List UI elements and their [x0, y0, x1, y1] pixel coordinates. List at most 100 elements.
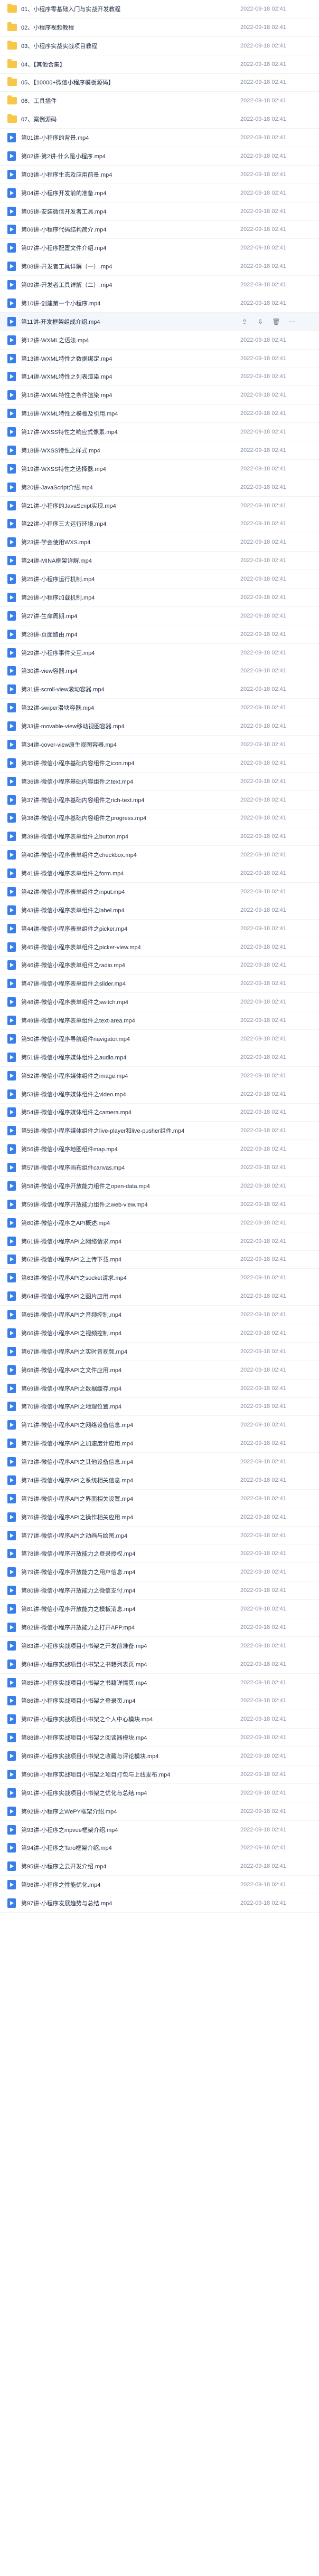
file-name[interactable]: 第68讲-微信小程序API之文件应用.mp4 — [21, 1366, 121, 1374]
file-name[interactable]: 第70讲-微信小程序API之地理位置.mp4 — [21, 1402, 121, 1411]
file-row[interactable]: 第09讲-开发者工具详解（二）.mp4 2022-09-18 02:41 — [0, 276, 319, 294]
file-name[interactable]: 第77讲-微信小程序API之动画与绘图.mp4 — [21, 1531, 127, 1540]
file-row[interactable]: 第67讲-微信小程序API之实时音视频.mp4 2022-09-18 02:41 — [0, 1343, 319, 1361]
file-row[interactable]: 第87讲-小程序实战项目小书架之个人中心模块.mp4 2022-09-18 02:… — [0, 1710, 319, 1729]
file-row[interactable]: 第01讲-小程序的背景.mp4 2022-09-18 02:41 — [0, 129, 319, 147]
file-row[interactable]: 第20讲-JavaScript介绍.mp4 2022-09-18 02:41 — [0, 478, 319, 497]
file-row[interactable]: 第97讲-小程序发展趋势与总结.mp4 2022-09-18 02:41 — [0, 1894, 319, 1913]
file-row[interactable]: 第53讲-微信小程序媒体组件之video.mp4 2022-09-18 02:41 — [0, 1085, 319, 1104]
file-row[interactable]: 第03讲-小程序生态及应用前景.mp4 2022-09-18 02:41 — [0, 166, 319, 184]
folder-row[interactable]: 02、小程序视频教程 2022-09-18 02:41 — [0, 18, 319, 37]
file-row[interactable]: 第63讲-微信小程序API之socket请求.mp4 2022-09-18 02:… — [0, 1269, 319, 1288]
folder-row[interactable]: 06、工具插件 2022-09-18 02:41 — [0, 92, 319, 111]
file-name[interactable]: 第04讲-小程序开发前的准备.mp4 — [21, 189, 106, 197]
file-row[interactable]: 第56讲-微信小程序地图组件map.mp4 2022-09-18 02:41 — [0, 1140, 319, 1159]
file-name[interactable]: 第71讲-微信小程序API之网络设备信息.mp4 — [21, 1421, 133, 1429]
file-name[interactable]: 第49讲-微信小程序表单组件之text-area.mp4 — [21, 1016, 135, 1025]
file-name[interactable]: 第53讲-微信小程序媒体组件之video.mp4 — [21, 1090, 126, 1098]
file-row[interactable]: 第52讲-微信小程序媒体组件之image.mp4 2022-09-18 02:41 — [0, 1067, 319, 1085]
folder-row[interactable]: 03、小程序实战实战项目教程 2022-09-18 02:41 — [0, 37, 319, 55]
file-name[interactable]: 第82讲-微信小程序开放能力之打开APP.mp4 — [21, 1623, 135, 1632]
file-name[interactable]: 第14讲-WXML特性之列表渲染.mp4 — [21, 372, 112, 381]
file-name[interactable]: 第55讲-微信小程序媒体组件之live-player和live-pusher组件… — [21, 1126, 184, 1135]
file-row[interactable]: 第06讲-小程序代码结构简介.mp4 2022-09-18 02:41 — [0, 221, 319, 239]
file-row[interactable]: 第90讲-小程序实战项目小书架之项目打包与上线发布.mp4 2022-09-18 … — [0, 1765, 319, 1784]
file-name[interactable]: 第87讲-小程序实战项目小书架之个人中心模块.mp4 — [21, 1715, 153, 1723]
file-name[interactable]: 第62讲-微信小程序API之上传下载.mp4 — [21, 1255, 121, 1263]
file-name[interactable]: 第05讲-安装微信开发者工具.mp4 — [21, 207, 106, 216]
file-name[interactable]: 第66讲-微信小程序API之视频控制.mp4 — [21, 1329, 121, 1337]
file-row[interactable]: 第28讲-页面路由.mp4 2022-09-18 02:41 — [0, 625, 319, 644]
file-name[interactable]: 第08讲-开发者工具详解（一）.mp4 — [21, 262, 112, 271]
file-name[interactable]: 第94讲-小程序之Taro框架介绍.mp4 — [21, 1844, 112, 1852]
file-row[interactable]: 第74讲-微信小程序API之系统相关信息.mp4 2022-09-18 02:41 — [0, 1471, 319, 1490]
file-name[interactable]: 第24讲-MINA框架详解.mp4 — [21, 556, 92, 565]
file-name[interactable]: 第72讲-微信小程序API之加速度计应用.mp4 — [21, 1439, 133, 1448]
file-row[interactable]: 第19讲-WXSS特性之选择器.mp4 2022-09-18 02:41 — [0, 460, 319, 478]
file-name[interactable]: 第58讲-微信小程序开放能力组件之open-data.mp4 — [21, 1182, 150, 1190]
file-name[interactable]: 第23讲-学会使用WXS.mp4 — [21, 538, 90, 546]
file-name[interactable]: 第73讲-微信小程序API之其他设备信息.mp4 — [21, 1458, 133, 1466]
file-row[interactable]: 第22讲-小程序三大运行环境.mp4 2022-09-18 02:41 — [0, 515, 319, 534]
download-icon[interactable]: ⇩ — [256, 317, 265, 326]
file-name[interactable]: 第54讲-微信小程序媒体组件之camera.mp4 — [21, 1108, 132, 1116]
folder-row[interactable]: 05、【10000+微信小程序模板源码】 2022-09-18 02:41 — [0, 74, 319, 92]
file-row[interactable]: 第89讲-小程序实战项目小书架之收藏与评论模块.mp4 2022-09-18 02… — [0, 1747, 319, 1765]
file-row[interactable]: 第94讲-小程序之Taro框架介绍.mp4 2022-09-18 02:41 — [0, 1839, 319, 1858]
file-name[interactable]: 01、小程序零基础入门与实战开发教程 — [21, 5, 120, 13]
file-name[interactable]: 第42讲-微信小程序表单组件之input.mp4 — [21, 887, 125, 896]
file-name[interactable]: 06、工具插件 — [21, 97, 57, 105]
file-name[interactable]: 第18讲-WXSS特性之样式.mp4 — [21, 446, 100, 455]
file-row[interactable]: 第02讲-第2讲-什么是小程序.mp4 2022-09-18 02:41 — [0, 147, 319, 166]
file-name[interactable]: 第29讲-小程序事件交互.mp4 — [21, 649, 95, 657]
file-row[interactable]: 第11讲-开发框架组成介绍.mp4 ⇪ ⇩ 🗑 ⋯ — [0, 312, 319, 331]
file-name[interactable]: 第76讲-微信小程序API之操作相关应用.mp4 — [21, 1513, 133, 1521]
file-name[interactable]: 第50讲-微信小程序导航组件navigator.mp4 — [21, 1035, 130, 1043]
file-row[interactable]: 第50讲-微信小程序导航组件navigator.mp4 2022-09-18 02… — [0, 1030, 319, 1048]
file-name[interactable]: 第22讲-小程序三大运行环境.mp4 — [21, 519, 106, 528]
file-name[interactable]: 07、案例源码 — [21, 115, 57, 123]
file-name[interactable]: 第86讲-小程序实战项目小书架之登录页.mp4 — [21, 1696, 135, 1705]
file-name[interactable]: 第30讲-view容器.mp4 — [21, 667, 77, 675]
file-name[interactable]: 第79讲-微信小程序开放能力之用户信息.mp4 — [21, 1568, 135, 1576]
file-name[interactable]: 第34讲-cover-view原生视图容器.mp4 — [21, 740, 117, 749]
file-row[interactable]: 第95讲-小程序之云开发介绍.mp4 2022-09-18 02:41 — [0, 1857, 319, 1876]
file-name[interactable]: 第93讲-小程序之mpvue框架介绍.mp4 — [21, 1826, 118, 1834]
file-name[interactable]: 第37讲-微信小程序基础内容组件之rich-text.mp4 — [21, 796, 144, 804]
file-row[interactable]: 第46讲-微信小程序表单组件之radio.mp4 2022-09-18 02:41 — [0, 957, 319, 975]
file-row[interactable]: 第18讲-WXSS特性之样式.mp4 2022-09-18 02:41 — [0, 441, 319, 460]
file-name[interactable]: 第92讲-小程序之WePY框架介绍.mp4 — [21, 1807, 117, 1816]
file-row[interactable]: 第45讲-微信小程序表单组件之picker-view.mp4 2022-09-18… — [0, 938, 319, 957]
file-row[interactable]: 第80讲-微信小程序开放能力之微信支付.mp4 2022-09-18 02:41 — [0, 1581, 319, 1600]
file-row[interactable]: 第35讲-微信小程序基础内容组件之icon.mp4 2022-09-18 02:4… — [0, 754, 319, 773]
file-row[interactable]: 第58讲-微信小程序开放能力组件之open-data.mp4 2022-09-18… — [0, 1177, 319, 1195]
file-name[interactable]: 第16讲-WXML特性之模板及引用.mp4 — [21, 409, 118, 418]
file-row[interactable]: 第31讲-scroll-view滚动容器.mp4 2022-09-18 02:41 — [0, 680, 319, 699]
file-name[interactable]: 第17讲-WXSS特性之响应式像素.mp4 — [21, 428, 118, 436]
file-name[interactable]: 第88讲-小程序实战项目小书架之阅读器模块.mp4 — [21, 1733, 147, 1742]
file-name[interactable]: 第97讲-小程序发展趋势与总结.mp4 — [21, 1899, 112, 1907]
file-row[interactable]: 第24讲-MINA框架详解.mp4 2022-09-18 02:41 — [0, 552, 319, 571]
file-row[interactable]: 第17讲-WXSS特性之响应式像素.mp4 2022-09-18 02:41 — [0, 423, 319, 441]
file-name[interactable]: 第52讲-微信小程序媒体组件之image.mp4 — [21, 1072, 128, 1080]
more-icon[interactable]: ⋯ — [288, 317, 296, 326]
file-name[interactable]: 第43讲-微信小程序表单组件之label.mp4 — [21, 906, 125, 914]
file-name[interactable]: 第19讲-WXSS特性之选择器.mp4 — [21, 465, 106, 473]
file-name[interactable]: 第47讲-微信小程序表单组件之slider.mp4 — [21, 979, 126, 988]
file-name[interactable]: 第01讲-小程序的背景.mp4 — [21, 133, 89, 142]
file-name[interactable]: 第38讲-微信小程序基础内容组件之progress.mp4 — [21, 814, 146, 822]
file-row[interactable]: 第36讲-微信小程序基础内容组件之text.mp4 2022-09-18 02:4… — [0, 773, 319, 791]
file-row[interactable]: 第86讲-小程序实战项目小书架之登录页.mp4 2022-09-18 02:41 — [0, 1692, 319, 1711]
file-row[interactable]: 第81讲-微信小程序开放能力之模板消息.mp4 2022-09-18 02:41 — [0, 1600, 319, 1618]
file-row[interactable]: 第60讲-微信小程序之API概述.mp4 2022-09-18 02:41 — [0, 1214, 319, 1232]
file-name[interactable]: 第15讲-WXML特性之条件渲染.mp4 — [21, 391, 112, 399]
file-row[interactable]: 第83讲-小程序实战项目小书架之开发前准备.mp4 2022-09-18 02:4… — [0, 1637, 319, 1655]
file-name[interactable]: 第69讲-微信小程序API之数据缓存.mp4 — [21, 1384, 121, 1393]
file-name[interactable]: 第27讲-生命周期.mp4 — [21, 612, 77, 620]
file-name[interactable]: 05、【10000+微信小程序模板源码】 — [21, 78, 114, 86]
file-row[interactable]: 第07讲-小程序配置文件介绍.mp4 2022-09-18 02:41 — [0, 239, 319, 258]
file-name[interactable]: 第67讲-微信小程序API之实时音视频.mp4 — [21, 1347, 127, 1356]
file-name[interactable]: 第60讲-微信小程序之API概述.mp4 — [21, 1219, 110, 1227]
file-name[interactable]: 第95讲-小程序之云开发介绍.mp4 — [21, 1862, 106, 1870]
file-row[interactable]: 第75讲-微信小程序API之界面相关设置.mp4 2022-09-18 02:41 — [0, 1490, 319, 1508]
